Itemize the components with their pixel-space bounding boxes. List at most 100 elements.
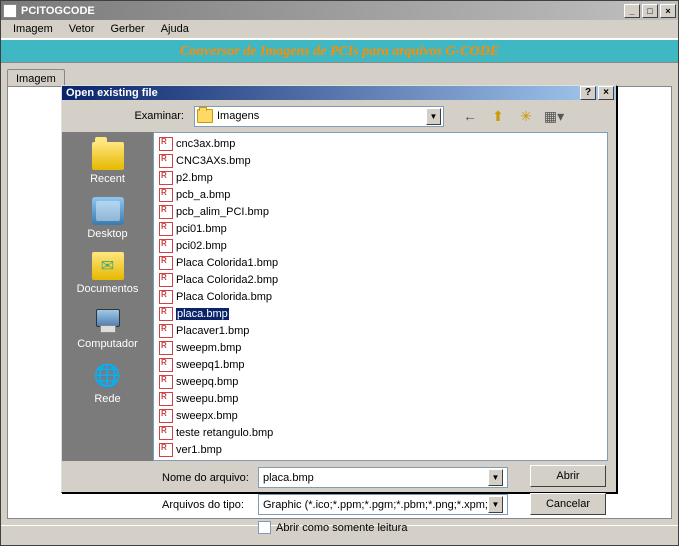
file-name: Placa Colorida2.bmp xyxy=(176,274,278,286)
bmp-file-icon xyxy=(158,425,174,441)
file-name: pcb_a.bmp xyxy=(176,189,230,201)
bmp-file-icon xyxy=(158,153,174,169)
place-documents[interactable]: Documentos xyxy=(68,248,148,299)
view-menu-icon[interactable]: ▦▾ xyxy=(544,106,564,126)
file-item[interactable]: sweepm.bmp xyxy=(156,339,286,356)
place-desktop[interactable]: Desktop xyxy=(68,193,148,244)
file-name: p2.bmp xyxy=(176,172,213,184)
bmp-file-icon xyxy=(158,221,174,237)
file-name: placa.bmp xyxy=(176,308,229,320)
main-titlebar: PCITOGCODE _ □ × xyxy=(1,1,678,20)
dialog-close-button[interactable]: × xyxy=(598,86,614,100)
bmp-file-icon xyxy=(158,442,174,458)
file-name: Placaver1.bmp xyxy=(176,325,249,337)
file-item[interactable]: Placaver1.bmp xyxy=(156,322,286,339)
file-name: pci02.bmp xyxy=(176,240,227,252)
file-item[interactable]: ver1.bmp xyxy=(156,441,286,458)
network-icon xyxy=(92,362,124,390)
dialog-title: Open existing file xyxy=(64,87,578,99)
menu-ajuda[interactable]: Ajuda xyxy=(153,21,197,37)
banner: Conversor de Imagens de PCIs para arquiv… xyxy=(1,39,678,63)
bmp-file-icon xyxy=(158,204,174,220)
desktop-icon xyxy=(92,197,124,225)
open-button[interactable]: Abrir xyxy=(530,465,606,487)
bmp-file-icon xyxy=(158,374,174,390)
app-icon xyxy=(3,4,17,18)
file-item[interactable]: Placa Colorida.bmp xyxy=(156,288,286,305)
file-item[interactable]: pcb_alim_PCI.bmp xyxy=(156,203,286,220)
close-button[interactable]: × xyxy=(660,4,676,18)
readonly-checkbox[interactable] xyxy=(258,521,271,534)
bmp-file-icon xyxy=(158,391,174,407)
chevron-down-icon[interactable]: ▼ xyxy=(426,108,441,125)
file-name: cnc3ax.bmp xyxy=(176,138,235,150)
file-item[interactable]: pci02.bmp xyxy=(156,237,286,254)
file-item[interactable]: placa.bmp xyxy=(156,305,286,322)
bmp-file-icon xyxy=(158,272,174,288)
file-name: teste retangulo.bmp xyxy=(176,427,273,439)
maximize-button[interactable]: □ xyxy=(642,4,658,18)
file-item[interactable]: p2.bmp xyxy=(156,169,286,186)
file-name: sweepm.bmp xyxy=(176,342,241,354)
file-name: sweepq1.bmp xyxy=(176,359,245,371)
open-file-dialog: Open existing file ? × Examinar: Imagens… xyxy=(61,85,617,493)
back-icon[interactable]: ← xyxy=(460,106,480,126)
file-name: sweepx.bmp xyxy=(176,410,238,422)
bmp-file-icon xyxy=(158,136,174,152)
file-item[interactable]: sweepu.bmp xyxy=(156,390,286,407)
file-item[interactable]: pci01.bmp xyxy=(156,220,286,237)
file-name: ver1.bmp xyxy=(176,444,222,456)
folder-icon xyxy=(197,109,213,123)
up-folder-icon[interactable]: ⬆ xyxy=(488,106,508,126)
place-network[interactable]: Rede xyxy=(68,358,148,409)
bmp-file-icon xyxy=(158,170,174,186)
computer-icon xyxy=(92,307,124,335)
filter-combo[interactable]: Graphic (*.ico;*.ppm;*.pgm;*.pbm;*.png;*… xyxy=(258,494,508,515)
places-bar: Recent Desktop Documentos Computador Red… xyxy=(62,132,153,461)
file-name: pcb_alim_PCI.bmp xyxy=(176,206,269,218)
file-name: pci01.bmp xyxy=(176,223,227,235)
menubar: Imagem Vetor Gerber Ajuda xyxy=(1,20,678,39)
readonly-label: Abrir como somente leitura xyxy=(276,522,407,534)
dialog-titlebar: Open existing file ? × xyxy=(62,86,616,100)
bmp-file-icon xyxy=(158,340,174,356)
chevron-down-icon[interactable]: ▼ xyxy=(488,469,503,486)
file-item[interactable]: teste retangulo.bmp xyxy=(156,424,286,441)
file-name: CNC3AXs.bmp xyxy=(176,155,251,167)
place-recent[interactable]: Recent xyxy=(68,138,148,189)
file-item[interactable]: Placa Colorida2.bmp xyxy=(156,271,286,288)
file-item[interactable]: cnc3ax.bmp xyxy=(156,135,286,152)
filename-label: Nome do arquivo: xyxy=(162,472,258,484)
menu-imagem[interactable]: Imagem xyxy=(5,21,61,37)
cancel-button[interactable]: Cancelar xyxy=(530,493,606,515)
file-name: Placa Colorida.bmp xyxy=(176,291,272,303)
file-name: Placa Colorida1.bmp xyxy=(176,257,278,269)
lookin-value: Imagens xyxy=(217,110,426,122)
bmp-file-icon xyxy=(158,255,174,271)
file-item[interactable]: pcb_a.bmp xyxy=(156,186,286,203)
menu-vetor[interactable]: Vetor xyxy=(61,21,103,37)
place-computer[interactable]: Computador xyxy=(68,303,148,354)
lookin-label: Examinar: xyxy=(70,110,190,122)
chevron-down-icon[interactable]: ▼ xyxy=(488,496,503,513)
folder-icon xyxy=(92,142,124,170)
filter-label: Arquivos do tipo: xyxy=(162,499,258,511)
bmp-file-icon xyxy=(158,408,174,424)
menu-gerber[interactable]: Gerber xyxy=(102,21,152,37)
bmp-file-icon xyxy=(158,238,174,254)
bmp-file-icon xyxy=(158,306,174,322)
file-item[interactable]: Placa Colorida1.bmp xyxy=(156,254,286,271)
file-item[interactable]: CNC3AXs.bmp xyxy=(156,152,286,169)
new-folder-icon[interactable]: ✳ xyxy=(516,106,536,126)
filename-input[interactable]: placa.bmp ▼ xyxy=(258,467,508,488)
dialog-help-button[interactable]: ? xyxy=(580,86,596,100)
bmp-file-icon xyxy=(158,289,174,305)
file-item[interactable]: sweepq.bmp xyxy=(156,373,286,390)
file-name: sweepu.bmp xyxy=(176,393,238,405)
app-title: PCITOGCODE xyxy=(21,5,624,17)
minimize-button[interactable]: _ xyxy=(624,4,640,18)
file-list[interactable]: cnc3ax.bmp CNC3AXs.bmp p2.bmp pcb_a.bmp pcb_… xyxy=(153,132,608,461)
file-item[interactable]: sweepq1.bmp xyxy=(156,356,286,373)
lookin-combo[interactable]: Imagens ▼ xyxy=(194,106,444,127)
file-item[interactable]: sweepx.bmp xyxy=(156,407,286,424)
